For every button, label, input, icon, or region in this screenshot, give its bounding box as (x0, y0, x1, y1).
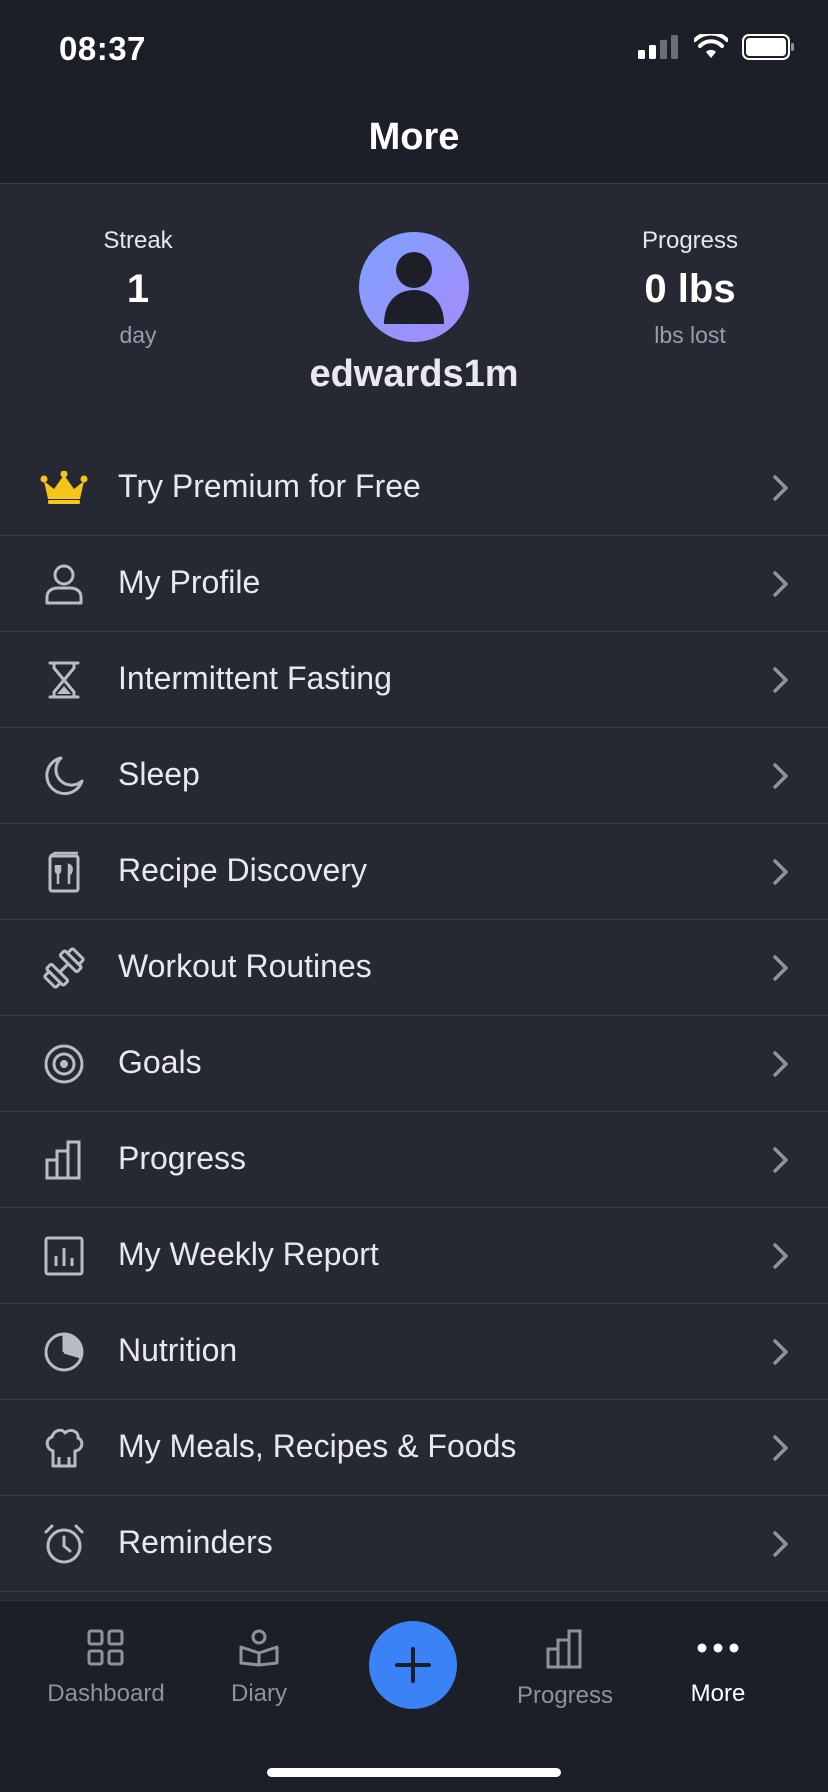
person-silhouette-icon (384, 252, 444, 324)
tab-dashboard[interactable]: Dashboard (26, 1629, 186, 1708)
menu-item-recipe-discovery[interactable]: Recipe Discovery (0, 824, 828, 920)
streak-stat: Streak 1 day (38, 227, 238, 349)
chevron-right-icon (772, 762, 790, 795)
chevron-right-icon (772, 1242, 790, 1275)
chevron-right-icon (772, 1530, 790, 1563)
menu-item-intermittent-fasting[interactable]: Intermittent Fasting (0, 632, 828, 728)
menu-item-label: Reminders (118, 1524, 273, 1560)
menu-item-label: Try Premium for Free (118, 468, 421, 504)
dashboard-grid-icon (87, 1629, 124, 1666)
chevron-right-icon (772, 1050, 790, 1083)
menu-item-label: Sleep (118, 756, 200, 792)
menu-item-workout-routines[interactable]: Workout Routines (0, 920, 828, 1016)
menu-item-weekly-report[interactable]: My Weekly Report (0, 1208, 828, 1304)
page-title: More (368, 116, 460, 158)
more-screen: 08:37 More Streak 1 day edwards1m Progre… (0, 0, 828, 1792)
menu-item-label: My Meals, Recipes & Foods (118, 1428, 517, 1464)
battery-icon (742, 34, 794, 60)
moon-icon (36, 754, 92, 798)
add-button[interactable] (369, 1621, 457, 1709)
chevron-right-icon (772, 1338, 790, 1371)
avatar[interactable] (359, 232, 469, 342)
menu-item-label: Recipe Discovery (118, 852, 367, 888)
menu-item-label: Goals (118, 1044, 202, 1080)
profile-summary: Streak 1 day edwards1m Progress 0 lbs lb… (0, 185, 828, 425)
header-area: 08:37 More (0, 0, 828, 184)
tab-dashboard-label: Dashboard (47, 1680, 165, 1707)
chef-hat-icon (36, 1426, 92, 1470)
streak-value: 1 (126, 267, 150, 311)
tab-progress-label: Progress (516, 1682, 614, 1709)
menu-item-try-premium[interactable]: Try Premium for Free (0, 440, 828, 536)
streak-unit: day (119, 322, 157, 348)
bar-chart-icon (546, 1629, 582, 1669)
wifi-icon (694, 34, 728, 58)
menu-item-label: Progress (118, 1140, 247, 1176)
menu-item-label: My Profile (118, 564, 261, 600)
alarm-clock-icon (36, 1522, 92, 1566)
chevron-right-icon (772, 666, 790, 699)
chevron-right-icon (772, 474, 790, 507)
menu-item-label: Nutrition (118, 1332, 238, 1368)
menu-item-nutrition[interactable]: Nutrition (0, 1304, 828, 1400)
home-indicator (267, 1768, 561, 1777)
progress-unit: lbs lost (654, 322, 726, 348)
cellular-signal-icon (638, 35, 678, 59)
diary-book-icon (239, 1629, 279, 1667)
menu-item-goals[interactable]: Goals (0, 1016, 828, 1112)
status-icons (638, 34, 796, 60)
chevron-right-icon (772, 1146, 790, 1179)
hourglass-icon (36, 658, 92, 702)
bar-chart-icon (36, 1138, 92, 1182)
more-menu: Try Premium for Free My Profile Intermit… (0, 440, 828, 1592)
tab-diary[interactable]: Diary (179, 1629, 339, 1708)
plus-icon (395, 1647, 431, 1683)
tab-bar: Dashboard Diary Progress More (0, 1600, 828, 1792)
menu-item-label: My Weekly Report (118, 1236, 379, 1272)
tab-more-label: More (690, 1680, 746, 1707)
chevron-right-icon (772, 954, 790, 987)
menu-item-reminders[interactable]: Reminders (0, 1496, 828, 1592)
progress-label: Progress (641, 227, 739, 254)
chevron-right-icon (772, 570, 790, 603)
tab-progress[interactable]: Progress (485, 1629, 645, 1710)
target-icon (36, 1042, 92, 1086)
tab-diary-label: Diary (230, 1680, 287, 1707)
person-icon (36, 562, 92, 606)
progress-stat: Progress 0 lbs lbs lost (590, 227, 790, 349)
streak-label: Streak (103, 227, 173, 254)
chevron-right-icon (772, 1434, 790, 1467)
dumbbell-icon (36, 946, 92, 990)
tab-more[interactable]: More (638, 1629, 798, 1708)
menu-item-meals-recipes-foods[interactable]: My Meals, Recipes & Foods (0, 1400, 828, 1496)
username: edwards1m (309, 353, 519, 395)
recipe-book-icon (36, 850, 92, 894)
menu-item-sleep[interactable]: Sleep (0, 728, 828, 824)
menu-item-label: Workout Routines (118, 948, 372, 984)
menu-item-label: Intermittent Fasting (118, 660, 392, 696)
more-dots-icon (697, 1643, 739, 1653)
chevron-right-icon (772, 858, 790, 891)
report-icon (36, 1234, 92, 1278)
menu-item-my-profile[interactable]: My Profile (0, 536, 828, 632)
progress-value: 0 lbs (644, 267, 736, 311)
status-time: 08:37 (59, 30, 146, 67)
pie-chart-icon (36, 1330, 92, 1374)
crown-icon (36, 466, 92, 510)
menu-item-progress[interactable]: Progress (0, 1112, 828, 1208)
